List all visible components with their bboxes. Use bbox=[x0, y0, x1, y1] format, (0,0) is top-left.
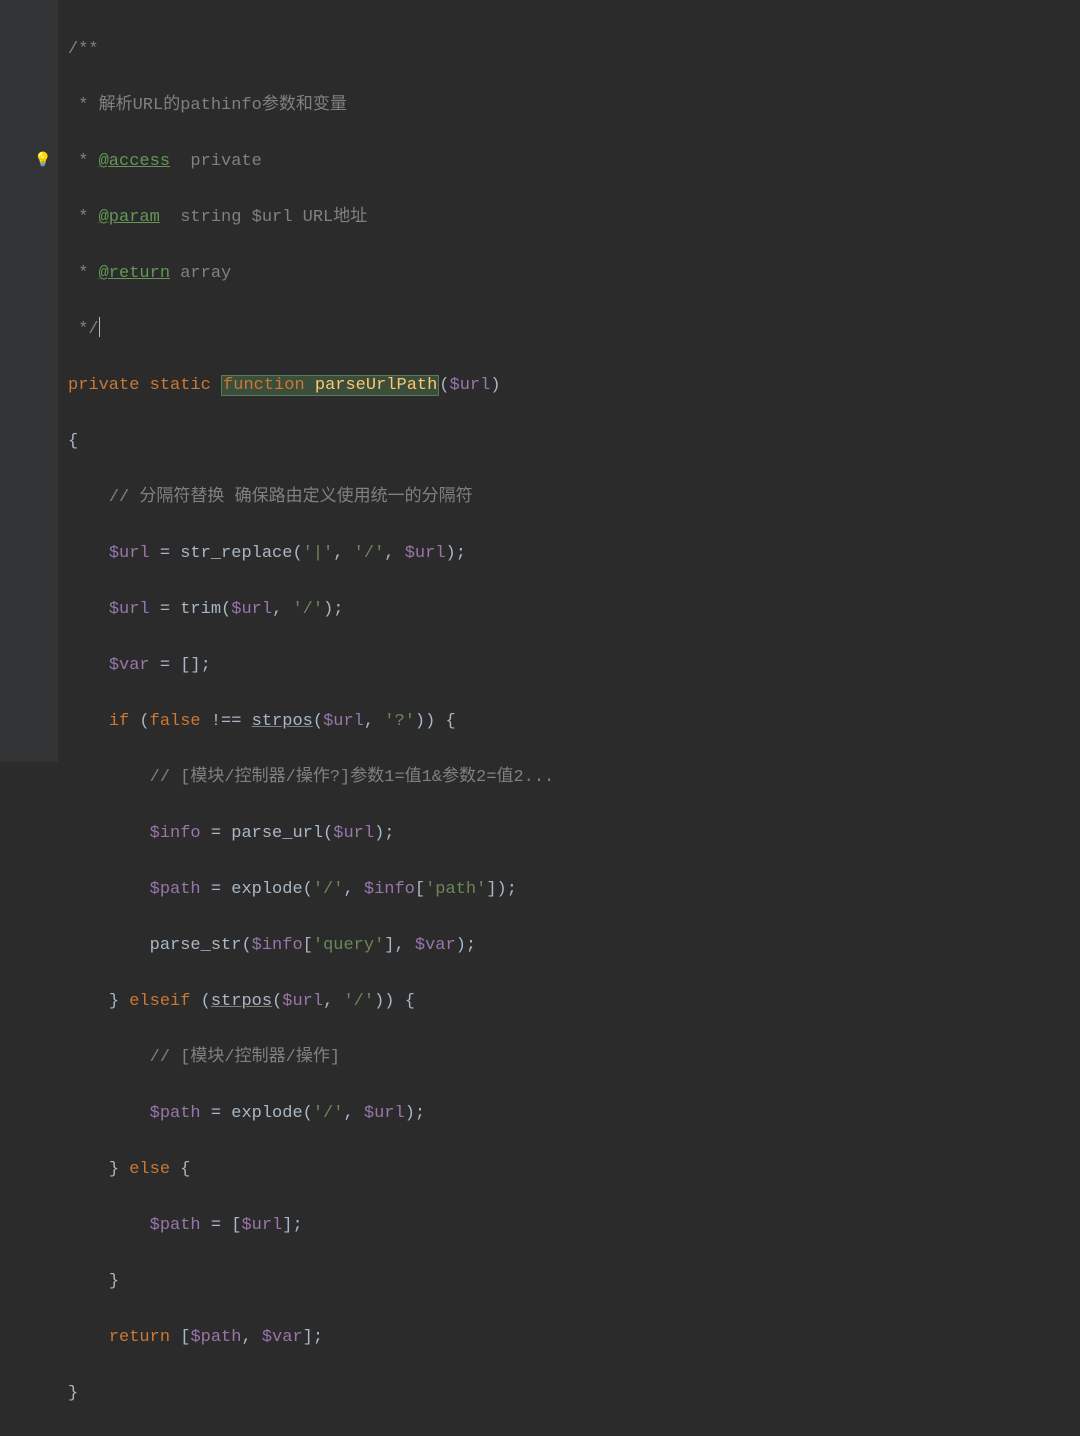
docblock-line: * 解析URL的pathinfo参数和变量 bbox=[68, 96, 347, 115]
string: 'query' bbox=[313, 936, 384, 955]
keyword: static bbox=[150, 376, 211, 395]
variable: $info bbox=[150, 824, 201, 843]
docblock-line: * @return array bbox=[68, 264, 231, 283]
variable: $url bbox=[405, 544, 446, 563]
string: '/' bbox=[313, 1104, 344, 1123]
docblock-line: * @param string $url URL地址 bbox=[68, 208, 367, 227]
function-declaration-highlight: function parseUrlPath bbox=[221, 375, 439, 396]
editor-gutter: 💡 bbox=[0, 0, 58, 762]
keyword: return bbox=[109, 1328, 170, 1347]
variable: $path bbox=[150, 880, 201, 899]
variable: $path bbox=[190, 1328, 241, 1347]
string: '?' bbox=[384, 712, 415, 731]
comment: // [模块/控制器/操作?]参数1=值1&参数2=值2... bbox=[150, 768, 555, 787]
brace: { bbox=[68, 432, 78, 451]
comment: // [模块/控制器/操作] bbox=[150, 1048, 340, 1067]
variable: $info bbox=[252, 936, 303, 955]
docblock-end: */ bbox=[68, 320, 99, 339]
variable: $path bbox=[150, 1216, 201, 1235]
string: '|' bbox=[303, 544, 334, 563]
keyword: elseif bbox=[129, 992, 190, 1011]
keyword: private bbox=[68, 376, 139, 395]
string: '/' bbox=[343, 992, 374, 1011]
keyword: false bbox=[150, 712, 201, 731]
variable: $url bbox=[450, 376, 491, 395]
variable: $url bbox=[333, 824, 374, 843]
variable: $info bbox=[364, 880, 415, 899]
function-call: strpos bbox=[211, 992, 272, 1011]
docblock-start: /** bbox=[68, 40, 99, 59]
brace: } bbox=[109, 1272, 119, 1291]
variable: $path bbox=[150, 1104, 201, 1123]
text-cursor bbox=[99, 317, 100, 337]
lightbulb-icon[interactable]: 💡 bbox=[34, 147, 52, 165]
variable: $url bbox=[231, 600, 272, 619]
variable: $url bbox=[282, 992, 323, 1011]
code-editor[interactable]: /** * 解析URL的pathinfo参数和变量 * @access priv… bbox=[68, 8, 554, 1436]
keyword: else bbox=[129, 1160, 170, 1179]
string: 'path' bbox=[425, 880, 486, 899]
function-call: strpos bbox=[252, 712, 313, 731]
variable: $var bbox=[109, 656, 150, 675]
keyword: if bbox=[109, 712, 129, 731]
string: '/' bbox=[313, 880, 344, 899]
variable: $url bbox=[323, 712, 364, 731]
comment: // 分隔符替换 确保路由定义使用统一的分隔符 bbox=[109, 488, 473, 507]
string: '/' bbox=[292, 600, 323, 619]
variable: $url bbox=[109, 600, 150, 619]
variable: $var bbox=[262, 1328, 303, 1347]
variable: $url bbox=[364, 1104, 405, 1123]
docblock-line: * @access private bbox=[68, 152, 262, 171]
variable: $url bbox=[109, 544, 150, 563]
string: '/' bbox=[354, 544, 385, 563]
variable: $var bbox=[415, 936, 456, 955]
brace: } bbox=[68, 1384, 78, 1403]
variable: $url bbox=[241, 1216, 282, 1235]
